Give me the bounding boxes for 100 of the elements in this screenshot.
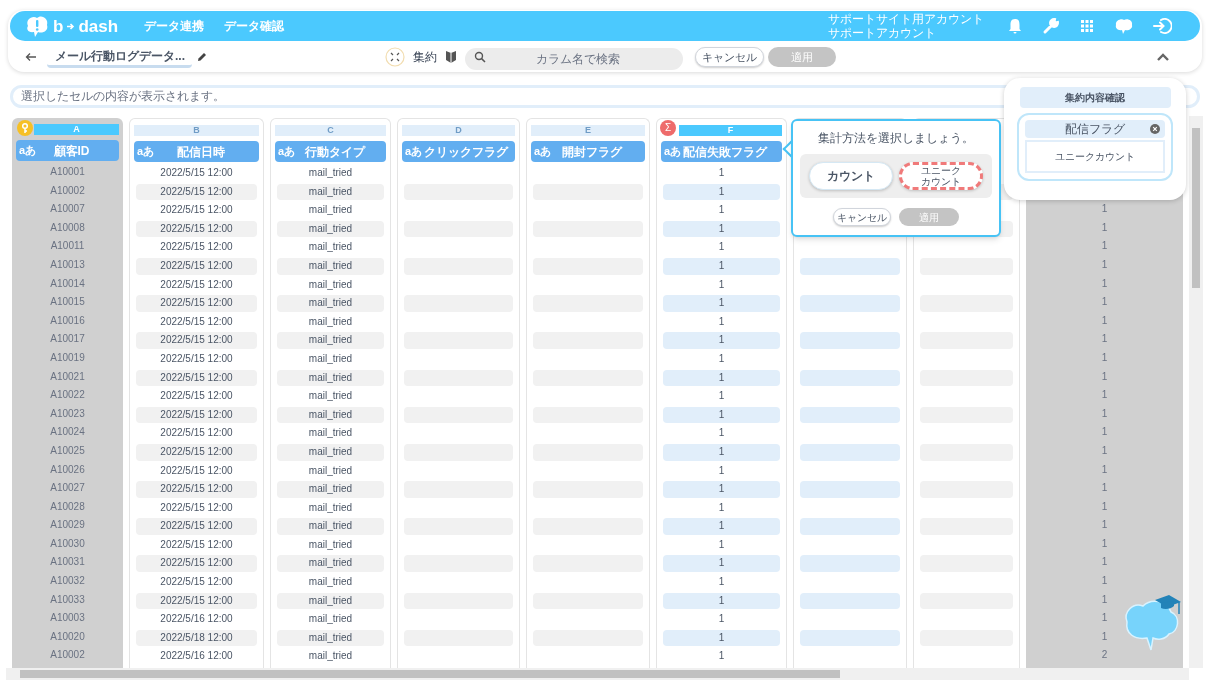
table-cell[interactable]: 1 bbox=[663, 165, 780, 182]
type-label: aあ bbox=[405, 146, 423, 157]
table-cell[interactable]: 1 bbox=[663, 592, 780, 610]
table-cell[interactable]: mail_tried bbox=[277, 313, 384, 331]
table-cell[interactable]: mail_tried bbox=[277, 202, 384, 219]
summary-column-name: 配信フラグ bbox=[1065, 121, 1125, 138]
summary-method: ユニークカウント bbox=[1025, 140, 1165, 173]
table-cell[interactable]: 2022/5/15 12:00 bbox=[136, 499, 257, 517]
table-cell[interactable]: 1 bbox=[663, 555, 780, 573]
account-name: サポートサイト用アカウント bbox=[828, 12, 984, 26]
table-cell[interactable]: 1 bbox=[663, 425, 780, 442]
search-field[interactable]: カラム名で検索 bbox=[465, 48, 683, 70]
table-cell[interactable]: 2022/5/15 12:00 bbox=[136, 406, 257, 424]
column-name: 行動タイプ bbox=[303, 143, 367, 161]
table-cell[interactable]: 2022/5/18 12:00 bbox=[136, 629, 257, 647]
table-cell[interactable]: mail_tried bbox=[277, 350, 384, 368]
table-cell[interactable]: 1 bbox=[663, 518, 780, 535]
table-cell[interactable]: mail_tried bbox=[277, 332, 384, 349]
table-cell[interactable]: 2022/5/15 12:00 bbox=[136, 202, 257, 219]
table-cell[interactable]: 2022/5/15 12:00 bbox=[136, 388, 257, 405]
table-cell[interactable]: mail_tried bbox=[277, 369, 384, 387]
table-cell[interactable]: mail_tried bbox=[277, 239, 384, 256]
table-cell[interactable]: 2022/5/15 12:00 bbox=[136, 462, 257, 480]
table-cell[interactable]: 1 bbox=[663, 443, 780, 461]
table-cell[interactable]: mail_tried bbox=[277, 462, 384, 480]
type-label: aあ bbox=[534, 146, 553, 157]
table-cell[interactable]: 2022/5/15 12:00 bbox=[136, 295, 257, 312]
table-cell[interactable]: 2022/5/15 12:00 bbox=[136, 425, 257, 442]
table-cell[interactable]: 2022/5/15 12:00 bbox=[136, 239, 257, 256]
type-label: aあ bbox=[664, 146, 682, 157]
table-cell[interactable]: 1 bbox=[663, 499, 780, 517]
table-cell[interactable]: mail_tried bbox=[277, 388, 384, 405]
table-cell[interactable]: 2022/5/15 12:00 bbox=[136, 536, 257, 554]
table-cell[interactable]: mail_tried bbox=[277, 220, 384, 238]
table-cell[interactable]: mail_tried bbox=[277, 183, 384, 201]
table-cell[interactable]: 1 bbox=[663, 369, 780, 387]
table-cell[interactable]: 1 bbox=[663, 648, 780, 666]
table-cell[interactable]: 1 bbox=[663, 276, 780, 294]
table-cell[interactable]: 2022/5/15 12:00 bbox=[136, 592, 257, 610]
table-cell[interactable]: 2022/5/16 12:00 bbox=[136, 611, 257, 628]
table-cell[interactable]: 2022/5/15 12:00 bbox=[136, 165, 257, 182]
table-cell[interactable]: 2022/5/15 12:00 bbox=[136, 555, 257, 573]
table-cell[interactable]: 1 bbox=[663, 462, 780, 480]
table-cell[interactable]: 2022/5/15 12:00 bbox=[136, 574, 257, 591]
table-cell[interactable]: 1 bbox=[663, 295, 780, 312]
table-cell[interactable]: mail_tried bbox=[277, 648, 384, 666]
cancel-button[interactable]: キャンセル bbox=[695, 47, 764, 67]
cancel-button[interactable]: キャンセル bbox=[833, 208, 891, 226]
table-cell[interactable]: 2022/5/15 12:00 bbox=[136, 183, 257, 201]
table-cell[interactable]: 1 bbox=[663, 183, 780, 201]
table-cell[interactable]: mail_tried bbox=[277, 536, 384, 554]
table-cell[interactable]: 1 bbox=[663, 313, 780, 331]
table-cell[interactable]: 2022/5/15 12:00 bbox=[136, 276, 257, 294]
table-cell[interactable]: 1 bbox=[663, 257, 780, 275]
table-cell[interactable]: 1 bbox=[663, 481, 780, 498]
table-cell[interactable]: 1 bbox=[663, 406, 780, 424]
table-cell[interactable]: 1 bbox=[663, 239, 780, 256]
summary-title: 集約内容確認 bbox=[1019, 87, 1171, 108]
table-cell[interactable]: mail_tried bbox=[277, 443, 384, 461]
table-cell[interactable]: 1 bbox=[663, 629, 780, 647]
aggregate-option[interactable]: ユニーク カウント bbox=[899, 162, 983, 190]
column-name: 開封フラグ bbox=[561, 143, 624, 161]
popup-title: 集計方法を選択しましょう。 bbox=[818, 130, 974, 147]
table-cell[interactable]: mail_tried bbox=[277, 481, 384, 498]
table-cell[interactable]: 1 bbox=[663, 202, 780, 219]
table-cell[interactable]: 1 bbox=[663, 332, 780, 349]
table-cell[interactable]: mail_tried bbox=[277, 499, 384, 517]
table-cell[interactable]: 2022/5/15 12:00 bbox=[136, 481, 257, 498]
sigma-badge: Σ bbox=[660, 120, 676, 136]
type-label: aあ bbox=[19, 145, 38, 156]
table-cell[interactable]: mail_tried bbox=[277, 276, 384, 294]
table-cell[interactable]: 2022/5/16 12:00 bbox=[136, 648, 257, 666]
table-cell[interactable]: mail_tried bbox=[277, 592, 384, 610]
table-cell[interactable]: 2022/5/15 12:00 bbox=[136, 443, 257, 461]
table-cell[interactable]: 2022/5/15 12:00 bbox=[136, 220, 257, 238]
table-cell[interactable]: 1 bbox=[663, 574, 780, 591]
table-cell[interactable]: 2022/5/15 12:00 bbox=[136, 313, 257, 331]
table-cell[interactable]: 1 bbox=[663, 388, 780, 405]
table-cell[interactable]: 1 bbox=[663, 536, 780, 554]
column-name: 配信失敗フラグ bbox=[683, 143, 769, 161]
table-cell[interactable]: mail_tried bbox=[277, 611, 384, 628]
table-cell[interactable]: 2022/5/15 12:00 bbox=[136, 332, 257, 349]
table-cell[interactable]: mail_tried bbox=[277, 574, 384, 591]
table-cell[interactable]: mail_tried bbox=[277, 406, 384, 424]
aggregate-option[interactable]: カウント bbox=[809, 162, 893, 190]
table-cell[interactable]: mail_tried bbox=[277, 555, 384, 573]
table-cell[interactable]: 2022/5/15 12:00 bbox=[136, 257, 257, 275]
table-cell[interactable]: 1 bbox=[663, 611, 780, 628]
table-cell[interactable]: 1 bbox=[663, 220, 780, 238]
table-cell[interactable]: 2022/5/15 12:00 bbox=[136, 518, 257, 535]
table-cell[interactable]: 2022/5/15 12:00 bbox=[136, 369, 257, 387]
table-cell[interactable]: 1 bbox=[663, 350, 780, 368]
table-cell[interactable]: mail_tried bbox=[277, 629, 384, 647]
table-cell[interactable]: mail_tried bbox=[277, 165, 384, 182]
table-cell[interactable]: mail_tried bbox=[277, 257, 384, 275]
table-cell[interactable]: 2022/5/15 12:00 bbox=[136, 350, 257, 368]
type-label: aあ bbox=[278, 146, 297, 157]
table-cell[interactable]: mail_tried bbox=[277, 295, 384, 312]
table-cell[interactable]: mail_tried bbox=[277, 518, 384, 535]
table-cell[interactable]: mail_tried bbox=[277, 425, 384, 442]
